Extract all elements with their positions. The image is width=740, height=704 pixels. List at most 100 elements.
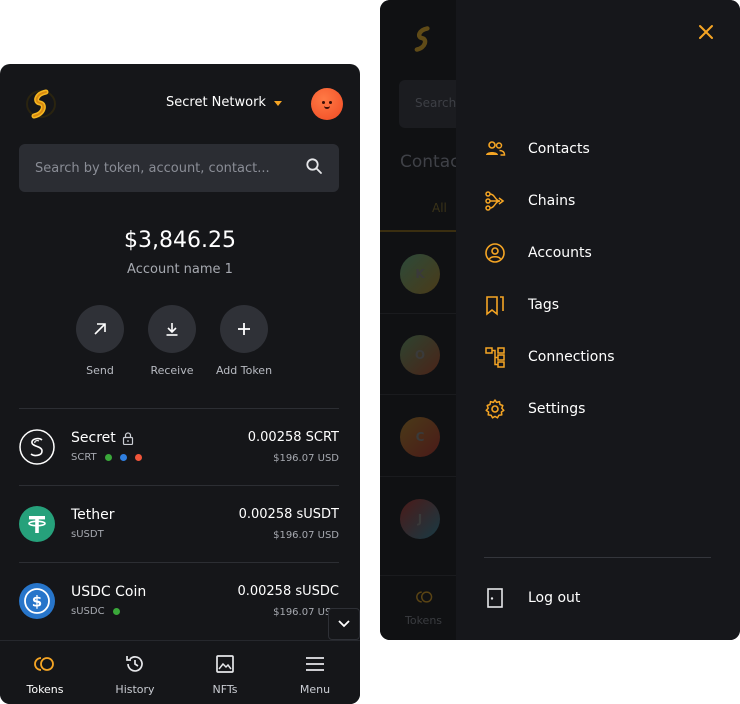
token-symbol-row: sUSDT: [71, 529, 104, 540]
background-avatar: O: [400, 335, 440, 375]
token-amount: 0.00258 sUSDC: [237, 584, 339, 599]
lock-icon: [122, 431, 133, 445]
download-icon: [166, 323, 178, 336]
contacts-icon: [484, 138, 506, 160]
token-name: Secret: [71, 430, 134, 446]
receive-circle[interactable]: [148, 305, 196, 353]
divider: [380, 394, 456, 395]
chains-icon: [484, 190, 506, 212]
history-icon: [126, 656, 143, 672]
svg-text:$: $: [32, 593, 42, 611]
dimmed-background-page[interactable]: Search Contac All K O C J Tokens: [380, 0, 456, 640]
divider: [484, 557, 711, 558]
menu-item-chains[interactable]: Chains: [484, 187, 575, 215]
menu-item-settings[interactable]: Settings: [484, 395, 585, 423]
token-symbol-row: sUSDC: [71, 606, 120, 617]
avatar-eye: [322, 101, 325, 104]
menu-item-label: Tags: [528, 297, 559, 313]
network-dot: [112, 608, 120, 615]
avatar[interactable]: [311, 88, 343, 120]
send-label: Send: [86, 364, 114, 377]
network-dot: [134, 454, 142, 461]
connections-icon: [484, 346, 506, 368]
send-circle[interactable]: [76, 305, 124, 353]
menu-item-tags[interactable]: Tags: [484, 291, 559, 319]
avatar-eye: [329, 101, 332, 104]
token-name: Tether: [71, 507, 115, 523]
menu-item-label: Contacts: [528, 141, 590, 157]
receive-label: Receive: [150, 364, 194, 377]
nav-label: Menu: [299, 683, 331, 696]
token-symbol-row: SCRT: [71, 452, 142, 463]
close-icon: [699, 25, 713, 39]
token-name-text: USDC Coin: [71, 584, 147, 600]
chevron-down-icon: [338, 620, 350, 628]
bottom-nav: Tokens History NFTs Menu: [0, 640, 360, 704]
background-tab: All: [432, 201, 447, 215]
action-buttons: Send Receive Add Token: [76, 305, 272, 377]
token-symbol: SCRT: [71, 452, 97, 463]
secret-logo-icon[interactable]: [24, 88, 58, 120]
divider: [380, 313, 456, 314]
background-avatar: J: [400, 499, 440, 539]
nav-nfts[interactable]: NFTs: [180, 641, 270, 704]
network-name: Secret Network: [166, 95, 266, 110]
nav-tokens[interactable]: Tokens: [0, 641, 90, 704]
token-row-secret[interactable]: Secret SCRT 0.00258 SCRT $196.07 USD: [19, 409, 339, 485]
settings-icon: [484, 398, 506, 420]
nav-history[interactable]: History: [90, 641, 180, 704]
tether-token-icon: [19, 506, 55, 542]
menu-item-connections[interactable]: Connections: [484, 343, 615, 371]
image-icon: [216, 655, 234, 673]
nav-label: NFTs: [212, 683, 238, 696]
tokens-icon: [416, 591, 433, 603]
add-token-circle[interactable]: [220, 305, 268, 353]
token-amount: 0.00258 SCRT: [247, 430, 339, 445]
logout-button[interactable]: Log out: [484, 584, 580, 612]
token-name: USDC Coin: [71, 584, 146, 600]
logout-label: Log out: [528, 590, 581, 606]
door-icon: [484, 587, 506, 609]
background-avatar: K: [400, 254, 440, 294]
total-balance: $3,846.25: [124, 228, 236, 253]
avatar-mouth: [324, 106, 330, 109]
scroll-down-button[interactable]: [328, 608, 360, 640]
hamburger-icon: [306, 657, 324, 671]
menu-item-contacts[interactable]: Contacts: [484, 135, 590, 163]
token-symbol: sUSDC: [71, 606, 105, 617]
token-name-text: Tether: [71, 507, 115, 523]
menu-item-label: Chains: [528, 193, 576, 209]
token-row-tether[interactable]: Tether sUSDT 0.00258 sUSDT $196.07 USD: [19, 486, 339, 562]
token-amount: 0.00258 sUSDT: [238, 507, 339, 522]
menu-item-accounts[interactable]: Accounts: [484, 239, 592, 267]
wallet-panel: Secret Network Search by token, account,…: [0, 64, 360, 704]
receive-button[interactable]: Receive: [148, 305, 196, 377]
network-selector[interactable]: Secret Network: [166, 95, 282, 110]
tags-icon: [484, 294, 506, 316]
search-placeholder: Search by token, account, contact...: [35, 160, 270, 176]
account-icon: [484, 242, 506, 264]
send-button[interactable]: Send: [76, 305, 124, 377]
search-icon[interactable]: [305, 157, 323, 179]
network-dot: [104, 454, 112, 461]
nav-label: History: [115, 683, 155, 696]
menu-drawer: Contacts Chains Accounts Tags Connection…: [456, 0, 740, 640]
background-title: Contac: [400, 152, 456, 172]
token-row-usdc[interactable]: $ USDC Coin sUSDC 0.00258 sUSDC $196.07 …: [19, 563, 339, 639]
menu-screen: Search Contac All K O C J Tokens Contact…: [380, 0, 740, 640]
token-usd-value: $196.07 USD: [273, 453, 339, 464]
token-name-text: Secret: [71, 430, 116, 446]
background-search: Search: [399, 80, 456, 128]
menu-item-label: Accounts: [528, 245, 592, 261]
menu-item-label: Settings: [528, 401, 586, 417]
search-input[interactable]: Search by token, account, contact...: [19, 144, 339, 192]
background-tab-underline: [380, 230, 456, 232]
close-button[interactable]: [696, 22, 716, 42]
secret-token-icon: [19, 429, 55, 465]
token-symbol: sUSDT: [71, 529, 104, 540]
nav-menu[interactable]: Menu: [270, 641, 360, 704]
add-token-button[interactable]: Add Token: [216, 305, 272, 377]
arrow-up-right-icon: [94, 323, 106, 335]
nav-label: Tokens: [26, 683, 64, 696]
token-usd-value: $196.07 USD: [273, 530, 339, 541]
